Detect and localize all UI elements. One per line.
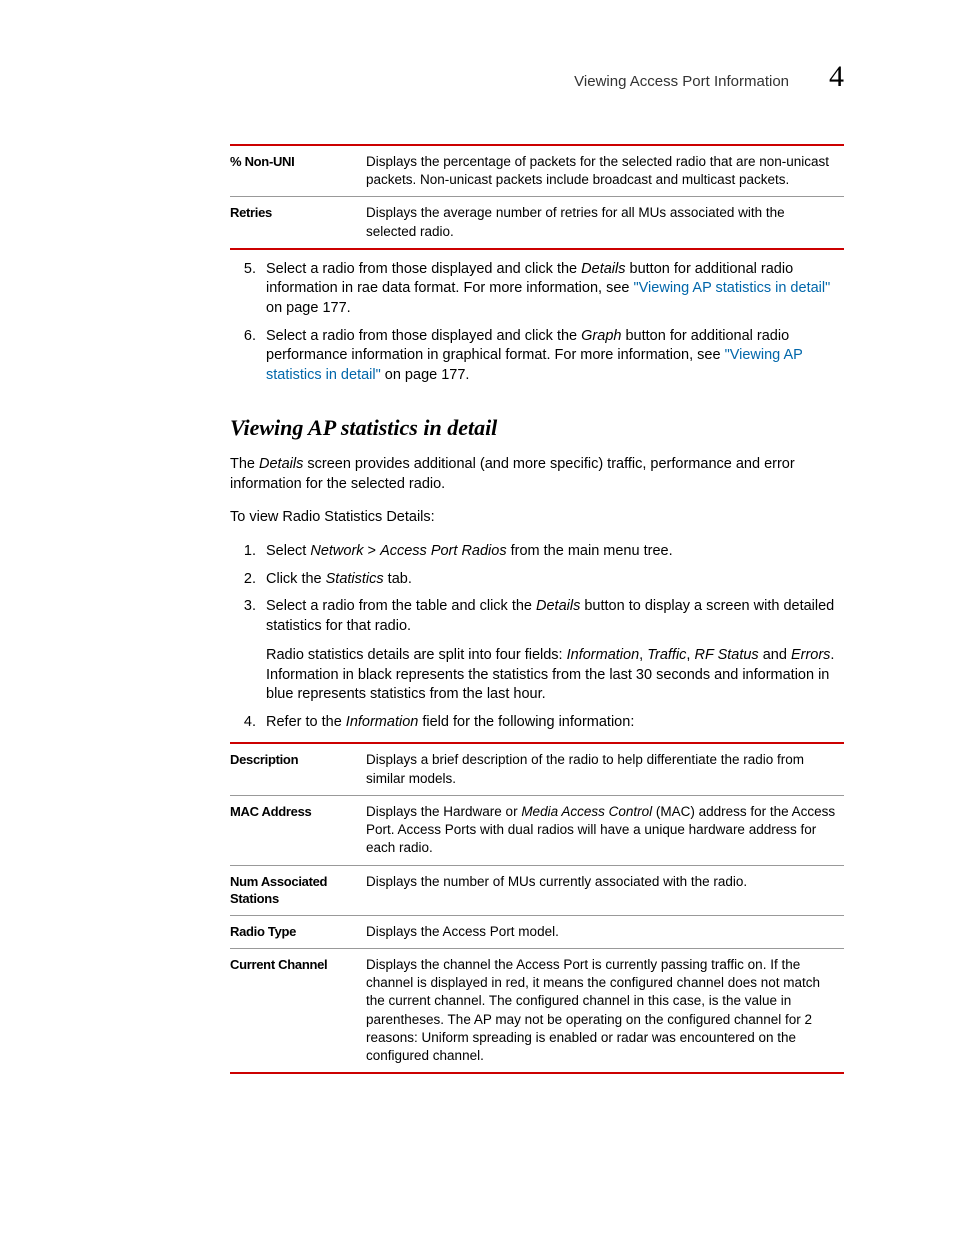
row-label: Radio Type xyxy=(230,915,366,948)
row-desc: Displays the number of MUs currently ass… xyxy=(366,865,844,915)
row-label: % Non-UNI xyxy=(230,145,366,197)
chapter-number: 4 xyxy=(829,60,844,94)
step-item: Select a radio from the table and click … xyxy=(260,597,844,705)
section-intro: The Details screen provides additional (… xyxy=(230,455,844,494)
row-label: Retries xyxy=(230,197,366,249)
row-desc: Displays the Access Port model. xyxy=(366,915,844,948)
table-row: % Non-UNI Displays the percentage of pac… xyxy=(230,145,844,197)
step-item: Select Network > Access Port Radios from… xyxy=(260,542,844,562)
table-row: Current Channel Displays the channel the… xyxy=(230,948,844,1073)
step-item: Click the Statistics tab. xyxy=(260,570,844,590)
header-section-title: Viewing Access Port Information xyxy=(574,73,789,90)
table-row: MAC Address Displays the Hardware or Med… xyxy=(230,795,844,865)
row-desc: Displays the percentage of packets for t… xyxy=(366,145,844,197)
table-row: Description Displays a brief description… xyxy=(230,743,844,795)
table-row: Radio Type Displays the Access Port mode… xyxy=(230,915,844,948)
page-header: Viewing Access Port Information 4 xyxy=(110,60,844,94)
row-label: Description xyxy=(230,743,366,795)
table-row: Retries Displays the average number of r… xyxy=(230,197,844,249)
row-desc: Displays the average number of retries f… xyxy=(366,197,844,249)
step-item: Select a radio from those displayed and … xyxy=(260,327,844,386)
steps-list-b: Select Network > Access Port Radios from… xyxy=(230,542,844,733)
row-desc: Displays the channel the Access Port is … xyxy=(366,948,844,1073)
xref-link[interactable]: "Viewing AP statistics in detail" xyxy=(634,280,831,296)
row-label: MAC Address xyxy=(230,795,366,865)
radio-stats-table-continued: % Non-UNI Displays the percentage of pac… xyxy=(230,144,844,250)
row-desc: Displays a brief description of the radi… xyxy=(366,743,844,795)
section-heading: Viewing AP statistics in detail xyxy=(230,415,844,441)
information-field-table: Description Displays a brief description… xyxy=(230,742,844,1074)
row-label: Current Channel xyxy=(230,948,366,1073)
step-sub-paragraph: Radio statistics details are split into … xyxy=(266,646,844,705)
steps-list-a: Select a radio from those displayed and … xyxy=(230,260,844,385)
table-row: Num Associated Stations Displays the num… xyxy=(230,865,844,915)
lead-sentence: To view Radio Statistics Details: xyxy=(230,508,844,528)
row-label: Num Associated Stations xyxy=(230,865,366,915)
row-desc: Displays the Hardware or Media Access Co… xyxy=(366,795,844,865)
step-item: Select a radio from those displayed and … xyxy=(260,260,844,319)
step-item: Refer to the Information field for the f… xyxy=(260,713,844,733)
